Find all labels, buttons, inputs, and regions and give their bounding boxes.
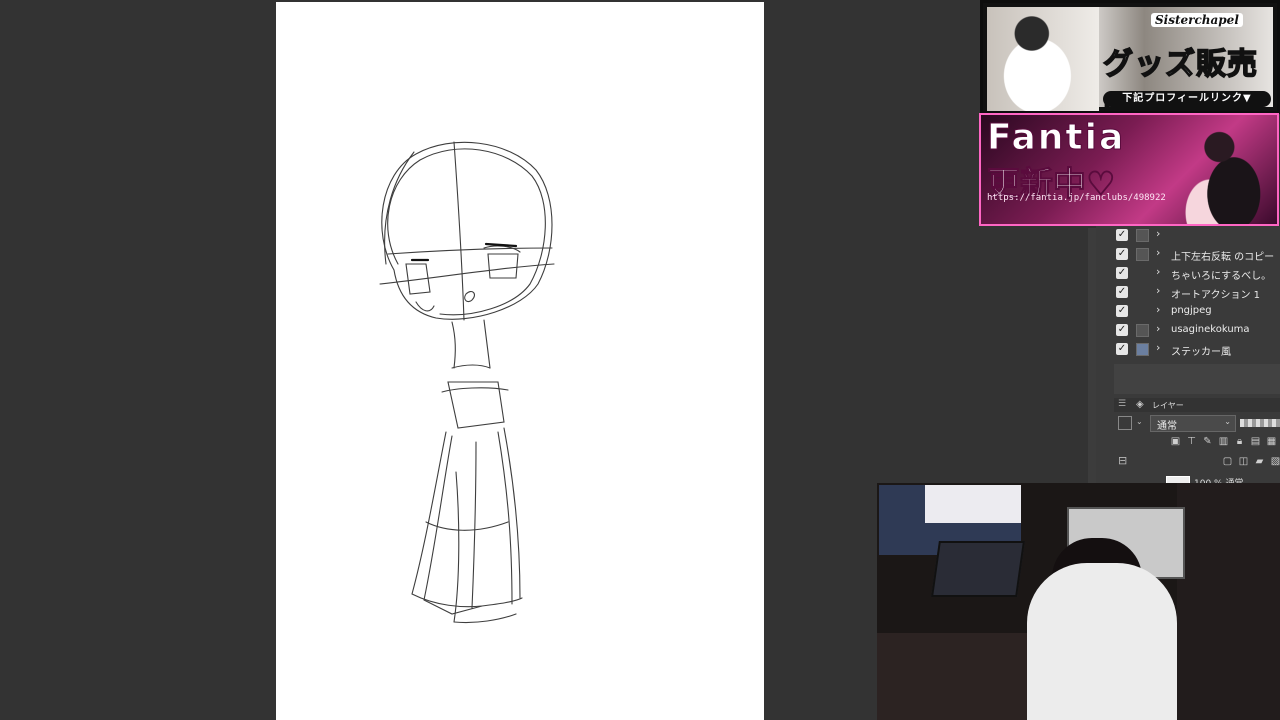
goods-promo-banner: Sisterchapel グッズ販売中 下記プロフィールリンク▼ [980, 0, 1280, 114]
chevron-down-icon: ⌄ [1224, 417, 1231, 426]
checkbox-icon[interactable]: ✓ [1116, 267, 1128, 279]
panel-menu-icon[interactable]: ☰ [1118, 399, 1126, 409]
model-photo [987, 7, 1099, 111]
model-photo [1181, 121, 1277, 224]
panel-splitter[interactable] [1088, 228, 1096, 484]
layer-toolbar-2: ▢ ◫ ▰ ▧ [1166, 456, 1280, 470]
action-row[interactable]: ✓ › ちゃいろにするべし。 [1096, 264, 1280, 283]
checkbox-icon[interactable]: ✓ [1116, 286, 1128, 298]
brand-logo: Sisterchapel [1151, 13, 1243, 27]
webcam-shelf [1177, 483, 1280, 720]
lock-icon[interactable]: 🔒︎ [1234, 436, 1245, 447]
draft-icon[interactable]: ✎ [1202, 436, 1213, 447]
blend-mode-select[interactable]: 通常 ⌄ [1150, 415, 1236, 432]
chevron-right-icon[interactable]: › [1156, 303, 1160, 316]
layer-toolbar: ▣ ⊤ ✎ ▥ 🔒︎ ▤ ▦ [1166, 436, 1280, 450]
reference-icon[interactable]: ⊤ [1186, 436, 1197, 447]
checkbox-icon[interactable]: ✓ [1116, 305, 1128, 317]
action-swatch [1136, 343, 1149, 356]
action-swatch [1136, 229, 1149, 242]
mask-icon[interactable]: ▤ [1250, 436, 1261, 447]
webcam-tablet [931, 541, 1025, 597]
promo-background: Sisterchapel グッズ販売中 下記プロフィールリンク▼ [987, 7, 1273, 111]
chevron-right-icon[interactable]: › [1156, 341, 1160, 354]
layer-color-icon[interactable] [1118, 416, 1132, 430]
action-label: usaginekokuma [1171, 324, 1250, 335]
more-icon[interactable]: ▦ [1266, 436, 1277, 447]
profile-link-pill: 下記プロフィールリンク▼ [1103, 91, 1271, 107]
action-row[interactable]: ✓ › usaginekokuma [1096, 321, 1280, 340]
webcam-monitor-screen [925, 485, 1021, 523]
action-row[interactable]: ✓ › [1096, 226, 1280, 245]
layer-list-icon: ⊟ [1118, 454, 1128, 467]
actions-empty-area [1114, 364, 1280, 394]
checkbox-icon[interactable]: ✓ [1116, 229, 1128, 241]
checkbox-icon[interactable]: ✓ [1116, 324, 1128, 336]
delete-icon[interactable]: ▧ [1270, 456, 1280, 467]
chevron-right-icon[interactable]: › [1156, 284, 1160, 297]
webcam-overlay [877, 483, 1280, 720]
fantia-promo-banner: Fantia 更新中♡ https://fantia.jp/fanclubs/4… [979, 113, 1279, 226]
actions-and-layers-panel: ✓ › ✓ › 上下左右反転 のコピー ✓ › ちゃいろにするべし。 ✓ › オ… [1096, 226, 1280, 489]
action-row[interactable]: ✓ › オートアクション 1 [1096, 283, 1280, 302]
action-label: オートアクション 1 [1171, 290, 1261, 301]
tab-layer[interactable]: レイヤー [1152, 400, 1184, 411]
chevron-right-icon[interactable]: › [1156, 227, 1160, 240]
checkbox-icon[interactable]: ✓ [1116, 248, 1128, 260]
action-row[interactable]: ✓ › 上下左右反転 のコピー [1096, 245, 1280, 264]
layer-panel-tabbar: ☰ ◈ レイヤー [1114, 398, 1280, 412]
action-label: ステッカー風 [1171, 347, 1231, 358]
action-label: pngjpeg [1171, 305, 1212, 316]
action-swatch [1136, 248, 1149, 261]
action-label: ちゃいろにするべし。 [1171, 271, 1272, 282]
chevron-down-icon[interactable]: ⌄ [1136, 417, 1143, 426]
clip-icon[interactable]: ▣ [1170, 436, 1181, 447]
fantia-url: https://fantia.jp/fanclubs/498922 [987, 193, 1166, 203]
fantia-title: Fantia [986, 117, 1126, 159]
webcam-person [1027, 563, 1177, 720]
blend-mode-row: ⌄ 通常 ⌄ [1114, 414, 1280, 434]
new-folder-icon[interactable]: ▰ [1254, 456, 1265, 467]
action-row[interactable]: ✓ › pngjpeg [1096, 302, 1280, 321]
chevron-right-icon[interactable]: › [1156, 322, 1160, 335]
action-swatch [1136, 324, 1149, 337]
layers-icon: ◈ [1136, 399, 1144, 410]
action-row[interactable]: ✓ › ステッカー風 [1096, 340, 1280, 359]
lock-transparency-icon[interactable]: ▥ [1218, 436, 1229, 447]
blend-mode-value: 通常 [1157, 421, 1177, 432]
character-sketch [379, 141, 555, 624]
drawing-canvas[interactable] [276, 2, 764, 720]
action-label: 上下左右反転 のコピー [1171, 252, 1275, 263]
chevron-right-icon[interactable]: › [1156, 265, 1160, 278]
chevron-right-icon[interactable]: › [1156, 246, 1160, 259]
opacity-slider[interactable] [1240, 419, 1280, 427]
new-vector-layer-icon[interactable]: ◫ [1238, 456, 1249, 467]
new-layer-icon[interactable]: ▢ [1222, 456, 1233, 467]
checkbox-icon[interactable]: ✓ [1116, 343, 1128, 355]
